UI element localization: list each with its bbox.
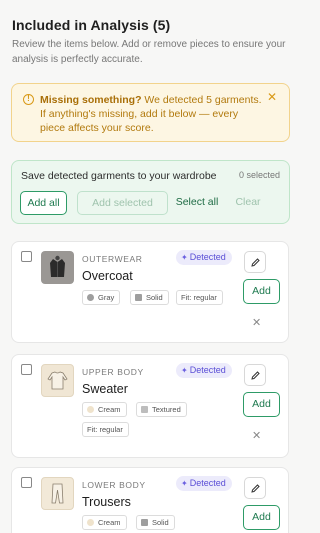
garment-name: Trousers	[82, 495, 131, 509]
pattern-swatch	[141, 519, 148, 526]
remove-icon[interactable]: ✕	[252, 316, 261, 329]
color-tag: Cream	[82, 402, 127, 417]
page-title: Included in Analysis (5)	[12, 17, 171, 33]
clear-button[interactable]: Clear	[231, 191, 265, 215]
color-swatch	[87, 294, 94, 301]
edit-pencil-icon[interactable]	[244, 251, 266, 273]
close-icon[interactable]: ✕	[267, 90, 277, 104]
overcoat-thumbnail	[41, 251, 74, 284]
tag-label: Gray	[98, 293, 115, 302]
garment-category: UPPER BODY	[82, 367, 144, 377]
warning-icon: !	[23, 94, 34, 105]
tag-label: Solid	[152, 518, 169, 527]
sparkle-icon: ✦	[181, 366, 188, 375]
pattern-tag: Textured	[136, 402, 187, 417]
detected-badge: ✦ Detected	[176, 250, 232, 265]
add-selected-button[interactable]: Add selected	[77, 191, 168, 215]
edit-pencil-icon[interactable]	[244, 477, 266, 499]
sweater-thumbnail	[41, 364, 74, 397]
garment-card-trousers: LOWER BODY Trousers ✦ Detected Cream Soli…	[11, 467, 289, 533]
wardrobe-panel-title: Save detected garments to your wardrobe	[21, 170, 217, 182]
add-to-wardrobe-button[interactable]: Add	[243, 505, 280, 530]
garment-checkbox[interactable]	[21, 477, 32, 488]
garment-checkbox[interactable]	[21, 364, 32, 375]
tag-label: Solid	[146, 293, 163, 302]
missing-garments-alert: ! Missing something? We detected 5 garme…	[11, 83, 290, 142]
detected-badge: ✦ Detected	[176, 476, 232, 491]
alert-message: Missing something? We detected 5 garment…	[40, 93, 266, 135]
pattern-tag: Solid	[130, 290, 169, 305]
garment-card-sweater: UPPER BODY Sweater ✦ Detected Cream Textu…	[11, 354, 289, 458]
detected-badge: ✦ Detected	[176, 363, 232, 378]
pattern-swatch	[141, 406, 148, 413]
detected-label: Detected	[189, 252, 226, 262]
select-all-button[interactable]: Select all	[170, 191, 224, 215]
page-subtitle: Review the items below. Add or remove pi…	[12, 39, 286, 65]
garment-name: Overcoat	[82, 269, 133, 283]
selected-count: 0 selected	[238, 170, 280, 180]
edit-pencil-icon[interactable]	[244, 364, 266, 386]
add-to-wardrobe-button[interactable]: Add	[243, 279, 280, 304]
garment-card-overcoat: OUTERWEAR Overcoat ✦ Detected Gray Solid …	[11, 241, 289, 343]
add-to-wardrobe-button[interactable]: Add	[243, 392, 280, 417]
add-all-button[interactable]: Add all	[20, 191, 67, 215]
color-tag: Cream	[82, 515, 127, 530]
alert-heading: Missing something?	[40, 94, 142, 106]
fit-tag: Fit: regular	[176, 290, 223, 305]
color-swatch	[87, 406, 94, 413]
sparkle-icon: ✦	[181, 479, 188, 488]
tag-label: Fit: regular	[181, 293, 217, 302]
save-to-wardrobe-panel: Save detected garments to your wardrobe …	[11, 160, 290, 224]
tag-label: Fit: regular	[87, 425, 123, 434]
tag-label: Cream	[98, 405, 121, 414]
remove-icon[interactable]: ✕	[252, 429, 261, 442]
pattern-swatch	[135, 294, 142, 301]
pattern-tag: Solid	[136, 515, 175, 530]
color-tag: Gray	[82, 290, 121, 305]
trousers-thumbnail	[41, 477, 74, 510]
garment-category: OUTERWEAR	[82, 254, 143, 264]
tag-label: Cream	[98, 518, 121, 527]
detected-label: Detected	[189, 365, 226, 375]
fit-tag: Fit: regular	[82, 422, 129, 437]
detected-label: Detected	[189, 478, 226, 488]
garment-checkbox[interactable]	[21, 251, 32, 262]
tag-label: Textured	[152, 405, 181, 414]
garment-category: LOWER BODY	[82, 480, 146, 490]
color-swatch	[87, 519, 94, 526]
sparkle-icon: ✦	[181, 253, 188, 262]
garment-name: Sweater	[82, 382, 128, 396]
